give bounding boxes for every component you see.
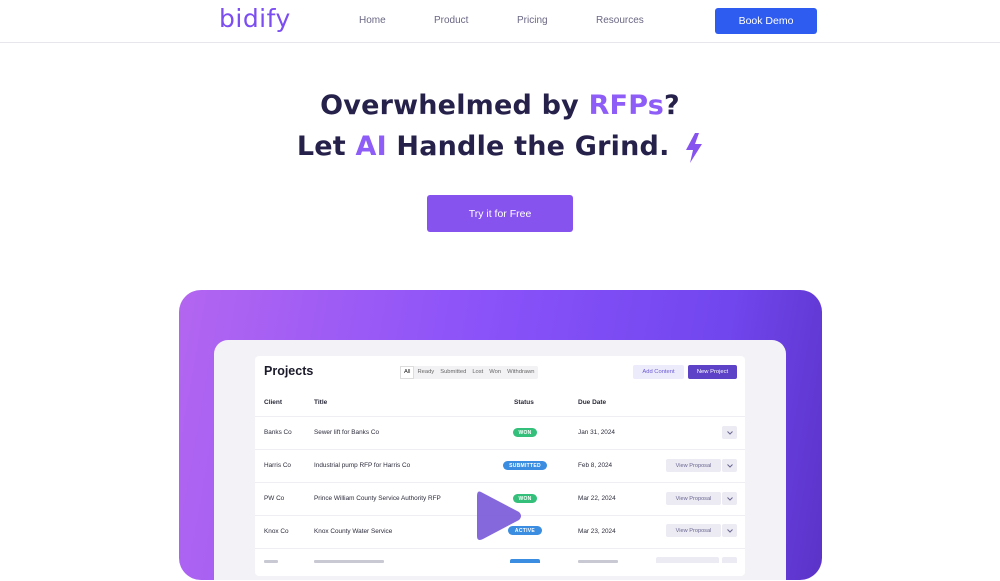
cell-due-date: Mar 23, 2024 — [578, 528, 616, 535]
column-header-title[interactable]: Title — [314, 399, 327, 406]
chevron-down-icon — [726, 430, 733, 435]
view-proposal-button[interactable]: View Proposal — [666, 459, 721, 472]
column-header-status[interactable]: Status — [514, 399, 534, 406]
table-row[interactable] — [255, 548, 745, 581]
row-expand-button[interactable] — [722, 426, 737, 439]
hero-text: Overwhelmed by — [320, 90, 589, 121]
cell-title: Sewer lift for Banks Co — [314, 429, 379, 436]
row-expand-button[interactable] — [722, 524, 737, 537]
chevron-down-icon — [726, 528, 733, 533]
column-header-client[interactable]: Client — [264, 399, 282, 406]
cell-due-date: Feb 8, 2024 — [578, 462, 613, 469]
hero-heading-line-2: Let AI Handle the Grind. — [0, 131, 1000, 163]
new-project-button[interactable]: New Project — [688, 365, 737, 379]
row-expand-button[interactable] — [722, 459, 737, 472]
book-demo-button[interactable]: Book Demo — [715, 8, 817, 34]
hero-text: Let — [296, 131, 356, 162]
filter-won[interactable]: Won — [486, 366, 504, 379]
try-it-free-button[interactable]: Try it for Free — [427, 195, 573, 232]
cell-due-date: Mar 22, 2024 — [578, 495, 616, 502]
status-badge — [510, 559, 540, 563]
view-proposal-button[interactable]: View Proposal — [666, 492, 721, 505]
top-navbar: bidify Home Product Pricing Resources Bo… — [0, 0, 1000, 43]
row-expand-button[interactable] — [722, 492, 737, 505]
filter-all[interactable]: All — [400, 366, 415, 379]
cell-client: Harris Co — [264, 462, 291, 469]
play-video-icon[interactable] — [475, 490, 523, 542]
hero-text: Handle the Grind. — [386, 131, 670, 162]
nav-link-pricing[interactable]: Pricing — [517, 15, 548, 26]
add-content-button[interactable]: Add Content — [633, 365, 684, 379]
projects-title: Projects — [264, 364, 314, 378]
filter-lost[interactable]: Lost — [469, 366, 486, 379]
chevron-down-icon — [726, 463, 733, 468]
filter-withdrawn[interactable]: Withdrawn — [504, 366, 537, 379]
filter-submitted[interactable]: Submitted — [437, 366, 469, 379]
status-filter-tabs: All Ready Submitted Lost Won Withdrawn — [400, 366, 538, 379]
status-badge: WON — [513, 428, 537, 437]
nav-link-resources[interactable]: Resources — [596, 15, 644, 26]
row-expand-button[interactable] — [722, 557, 737, 563]
view-proposal-button[interactable]: View Proposal — [666, 524, 721, 537]
chevron-down-icon — [726, 496, 733, 501]
row-action-button[interactable] — [656, 557, 719, 563]
hero-accent-ai: AI — [355, 131, 387, 162]
hero-text: ? — [663, 90, 680, 121]
cell-client: PW Co — [264, 495, 285, 502]
hero-accent-rfps: RFPs — [588, 90, 664, 121]
cell-title: Knox County Water Service — [314, 528, 393, 535]
lightning-bolt-icon — [686, 132, 703, 163]
cell-title: Prince William County Service Authority … — [314, 495, 441, 502]
filter-ready[interactable]: Ready — [414, 366, 437, 379]
bidify-logo[interactable]: bidify — [219, 4, 291, 33]
cell-client: Knox Co — [264, 528, 289, 535]
nav-link-product[interactable]: Product — [434, 15, 468, 26]
nav-link-home[interactable]: Home — [359, 15, 386, 26]
status-badge: SUBMITTED — [503, 461, 547, 470]
cell-title: Industrial pump RFP for Harris Co — [314, 462, 411, 469]
hero-heading-line-1: Overwhelmed by RFPs? — [0, 90, 1000, 121]
cell-due-date: Jan 31, 2024 — [578, 429, 615, 436]
cell-client: Banks Co — [264, 429, 292, 436]
column-header-due-date[interactable]: Due Date — [578, 399, 606, 406]
